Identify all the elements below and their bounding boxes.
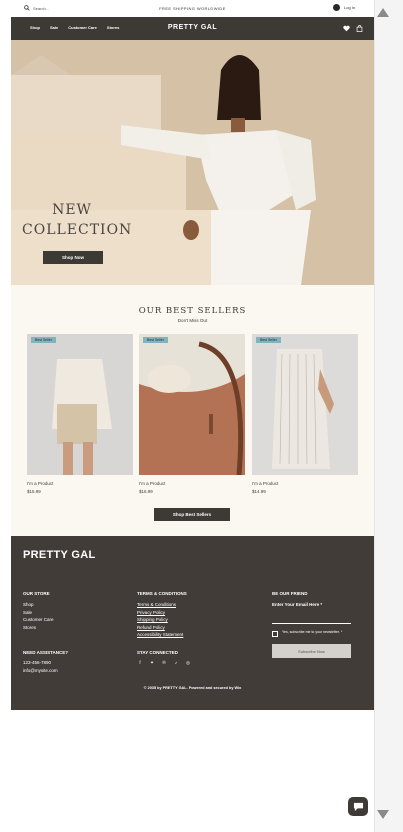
footer-link-sale[interactable]: Sale — [23, 609, 54, 617]
connect-heading: STAY CONNECTED — [137, 650, 178, 655]
shipping-banner: FREE SHIPPING WORLDWIDE — [159, 6, 226, 11]
tiktok-icon[interactable]: ♪ — [173, 660, 179, 666]
twitter-icon[interactable]: ✦ — [149, 660, 155, 666]
store-heading: OUR STORE — [23, 591, 50, 596]
product-price: $16.99 — [139, 489, 153, 494]
shop-best-sellers-button[interactable]: Shop Best Sellers — [154, 508, 230, 521]
product-price: $15.99 — [27, 489, 41, 494]
scrollbar[interactable] — [374, 0, 403, 832]
footer-link-shipping[interactable]: Shipping Policy — [137, 617, 168, 622]
product-price: $14.99 — [252, 489, 266, 494]
product-card[interactable]: Best Seller I'm a Product $15.99 — [27, 334, 133, 494]
best-sellers-section: OUR BEST SELLERS Don't Miss Out Best Sel… — [11, 285, 374, 536]
product-badge: Best Seller — [31, 337, 56, 343]
contact-email[interactable]: info@mysite.com — [23, 667, 58, 675]
footer-logo[interactable]: PRETTY GAL — [23, 549, 95, 561]
email-field[interactable] — [272, 623, 351, 624]
product-card[interactable]: Best Seller I'm a Product $16.99 — [139, 334, 245, 494]
product-image[interactable]: Best Seller — [139, 334, 245, 475]
chat-icon — [353, 802, 363, 811]
newsletter-checkbox[interactable] — [272, 631, 278, 637]
newsletter-checkbox-label: Yes, subscribe me to your newsletter. * — [282, 630, 343, 634]
avatar-icon — [333, 4, 340, 11]
footer-link-refund[interactable]: Refund Policy — [137, 625, 165, 630]
subscribe-button[interactable]: Subscribe Now — [272, 644, 351, 658]
product-name[interactable]: I'm a Product — [139, 481, 245, 486]
heart-icon[interactable] — [343, 25, 350, 32]
hero-title-line1: NEW — [52, 202, 92, 218]
terms-heading: TERMS & CONDITIONS — [137, 591, 187, 596]
site-footer: PRETTY GAL OUR STORE Shop Sale Customer … — [11, 536, 374, 710]
facebook-icon[interactable]: f — [137, 660, 143, 666]
footer-link-stores[interactable]: Stores — [23, 624, 54, 632]
footer-link-accessibility[interactable]: Accessibility Statement — [137, 632, 183, 637]
phone-number: 123-456-7890 — [23, 660, 52, 665]
hero-title-line2: COLLECTION — [22, 222, 133, 238]
footer-link-customer-care[interactable]: Customer Care — [23, 616, 54, 624]
scroll-up-arrow-icon[interactable] — [377, 8, 389, 17]
shop-now-button[interactable]: Shop Now — [43, 251, 103, 264]
bag-icon[interactable] — [356, 25, 363, 32]
login-label: Log In — [344, 5, 356, 10]
contact-info: 123-456-7890 info@mysite.com — [23, 659, 58, 674]
site-logo[interactable]: PRETTY GAL — [11, 24, 374, 31]
email-field-label: Enter Your Email Here * — [272, 602, 323, 607]
product-badge: Best Seller — [143, 337, 168, 343]
product-name[interactable]: I'm a Product — [27, 481, 133, 486]
footer-link-shop[interactable]: Shop — [23, 601, 54, 609]
assist-heading: NEED ASSISTANCE? — [23, 650, 69, 655]
hero-image — [11, 40, 374, 285]
top-bar: Search... FREE SHIPPING WORLDWIDE Log In — [11, 0, 374, 17]
product-image[interactable]: Best Seller — [27, 334, 133, 475]
main-nav: Shop Sale Customer Care Stores PRETTY GA… — [11, 17, 374, 40]
login-button[interactable]: Log In — [333, 4, 355, 11]
product-image[interactable]: Best Seller — [252, 334, 358, 475]
scroll-down-arrow-icon[interactable] — [377, 810, 389, 819]
best-sellers-title: OUR BEST SELLERS — [138, 306, 247, 316]
friend-heading: BE OUR FRIEND — [272, 591, 308, 596]
footer-link-terms[interactable]: Terms & Conditions — [137, 602, 176, 607]
copyright: © 2035 by PRETTY GAL. Powered and secure… — [143, 686, 242, 690]
instagram-icon[interactable]: ◎ — [185, 660, 191, 666]
product-badge: Best Seller — [256, 337, 281, 343]
product-name[interactable]: I'm a Product — [252, 481, 358, 486]
social-links: f ✦ ℗ ♪ ◎ — [137, 660, 191, 666]
product-card[interactable]: Best Seller I'm a Product $14.99 — [252, 334, 358, 494]
chat-button[interactable] — [348, 797, 368, 816]
store-links: Shop Sale Customer Care Stores — [23, 601, 54, 631]
hero-title: NEW COLLECTION — [22, 200, 133, 240]
terms-links: Terms & Conditions Privacy Policy Shippi… — [137, 601, 183, 639]
footer-link-privacy[interactable]: Privacy Policy — [137, 610, 165, 615]
pinterest-icon[interactable]: ℗ — [161, 660, 167, 666]
best-sellers-subtitle: Don't Miss Out — [177, 318, 208, 323]
hero-banner: NEW COLLECTION Shop Now — [11, 40, 374, 285]
